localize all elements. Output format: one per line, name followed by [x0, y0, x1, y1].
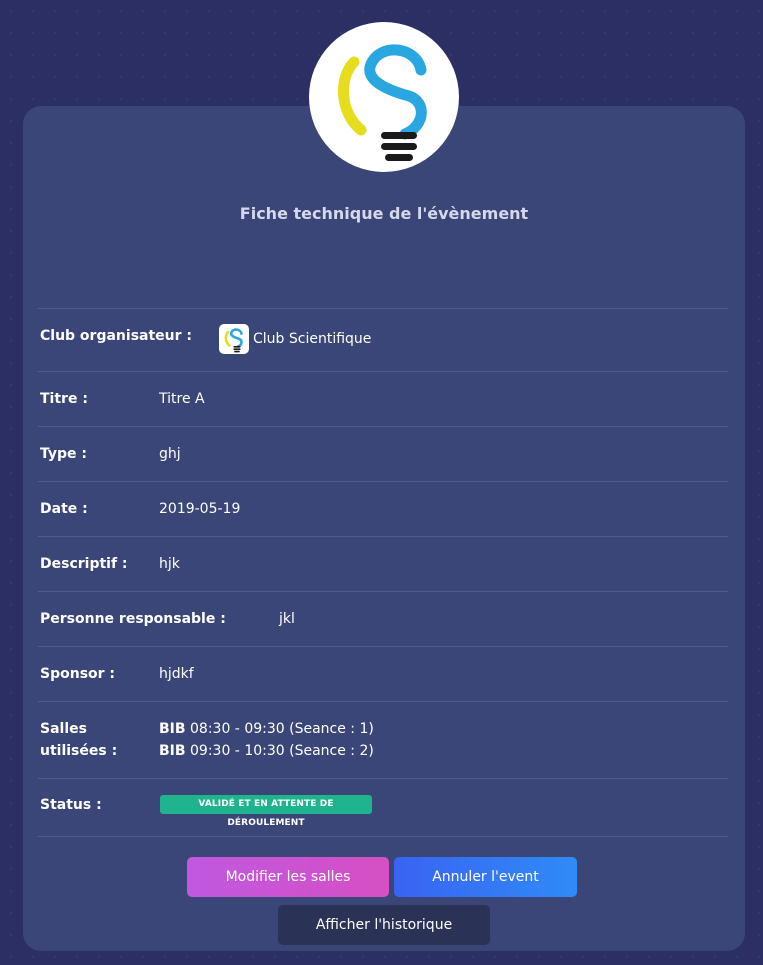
date-label: Date : — [40, 501, 88, 517]
divider — [38, 778, 728, 779]
title-label: Titre : — [40, 391, 88, 407]
room-entry: BIB 09:30 - 10:30 (Seance : 2) — [159, 740, 374, 762]
sponsor-value: hjdkf — [159, 666, 194, 682]
description-label: Descriptif : — [40, 556, 128, 572]
divider — [38, 308, 728, 309]
card-title: Fiche technique de l'évènement — [239, 204, 529, 223]
club-value: Club Scientifique — [253, 331, 372, 347]
divider — [38, 836, 728, 837]
rooms-label-line-1: Salles — [40, 721, 87, 737]
divider — [38, 646, 728, 647]
responsible-label: Personne responsable : — [40, 611, 226, 627]
description-value: hjk — [159, 556, 180, 572]
room-name: BIB — [159, 721, 186, 737]
rooms-label-line-2: utilisées : — [40, 743, 118, 759]
responsible-value: jkl — [279, 611, 295, 627]
rooms-label: Salles utilisées : — [40, 718, 117, 762]
club-logo — [309, 22, 459, 172]
lightbulb-s-logo-icon — [338, 44, 427, 161]
divider — [38, 371, 728, 372]
sponsor-label: Sponsor : — [40, 666, 116, 682]
club-label: Club organisateur : — [40, 328, 193, 344]
date-value: 2019-05-19 — [159, 501, 241, 517]
divider — [38, 426, 728, 427]
divider — [38, 591, 728, 592]
divider — [38, 701, 728, 702]
title-value: Titre A — [159, 391, 205, 407]
modify-rooms-button[interactable]: Modifier les salles — [187, 857, 389, 897]
event-card: Fiche technique de l'évènement Club orga… — [23, 106, 745, 951]
room-entry: BIB 08:30 - 09:30 (Seance : 1) — [159, 718, 374, 740]
divider — [38, 536, 728, 537]
type-value: ghj — [159, 446, 181, 462]
rooms-list: BIB 08:30 - 09:30 (Seance : 1) BIB 09:30… — [159, 718, 374, 762]
type-label: Type : — [40, 446, 88, 462]
room-detail: 08:30 - 09:30 (Seance : 1) — [190, 721, 374, 737]
room-name: BIB — [159, 743, 186, 759]
show-history-button[interactable]: Afficher l'historique — [278, 905, 490, 945]
cancel-event-button[interactable]: Annuler l'event — [394, 857, 577, 897]
club-avatar — [219, 324, 249, 354]
status-badge: VALIDÉ ET EN ATTENTE DE DÉROULEMENT — [160, 795, 372, 828]
divider — [38, 481, 728, 482]
lightbulb-s-logo-icon — [224, 328, 243, 353]
status-label: Status : — [40, 797, 102, 813]
room-detail: 09:30 - 10:30 (Seance : 2) — [190, 743, 374, 759]
